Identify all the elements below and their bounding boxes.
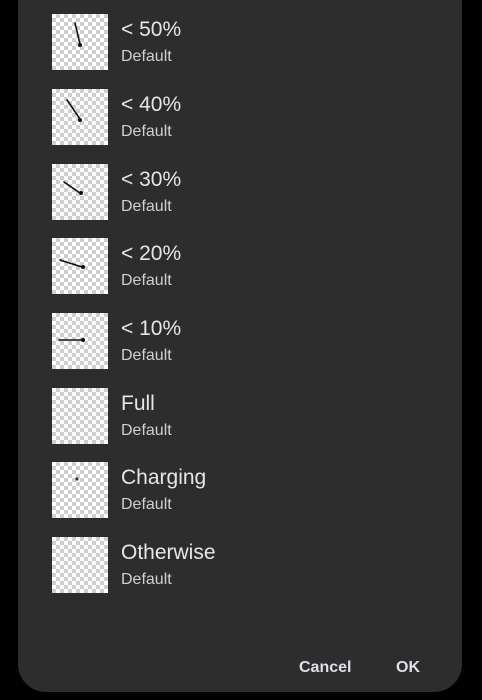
screen: < 50% Default < 40% Default < 30% Defaul… [0,0,482,700]
needle-preview-icon [52,238,108,294]
list-item-charging[interactable]: Charging Default [52,462,432,518]
cancel-button[interactable]: Cancel [299,655,355,681]
needle-preview-icon [52,313,108,369]
item-title: Full [121,392,155,415]
ok-button[interactable]: OK [396,655,422,681]
needle-preview-icon [52,14,108,70]
list-item-otherwise[interactable]: Otherwise Default [52,537,432,593]
item-title: Otherwise [121,541,216,564]
transparent-preview-icon [52,388,108,444]
item-subtitle: Default [121,496,172,513]
item-subtitle: Default [121,272,172,289]
item-title: < 10% [121,317,182,340]
list-item-below-40[interactable]: < 40% Default [52,89,432,145]
item-subtitle: Default [121,48,172,65]
charging-preview-icon [52,462,108,518]
item-title: < 20% [121,242,182,265]
item-subtitle: Default [121,571,172,588]
needle-preview-icon [52,164,108,220]
item-title: < 40% [121,93,182,116]
list-item-full[interactable]: Full Default [52,388,432,444]
item-title: < 50% [121,18,182,41]
needle-preview-icon [52,89,108,145]
item-subtitle: Default [121,198,172,215]
item-title: Charging [121,466,207,489]
transparent-preview-icon [52,537,108,593]
list-item-below-20[interactable]: < 20% Default [52,238,432,294]
item-title: < 30% [121,168,182,191]
list-item-below-50[interactable]: < 50% Default [52,14,432,70]
list-item-below-30[interactable]: < 30% Default [52,164,432,220]
item-subtitle: Default [121,422,172,439]
item-subtitle: Default [121,347,172,364]
list-item-below-10[interactable]: < 10% Default [52,313,432,369]
indicator-selection-dialog: < 50% Default < 40% Default < 30% Defaul… [18,0,462,692]
item-subtitle: Default [121,123,172,140]
